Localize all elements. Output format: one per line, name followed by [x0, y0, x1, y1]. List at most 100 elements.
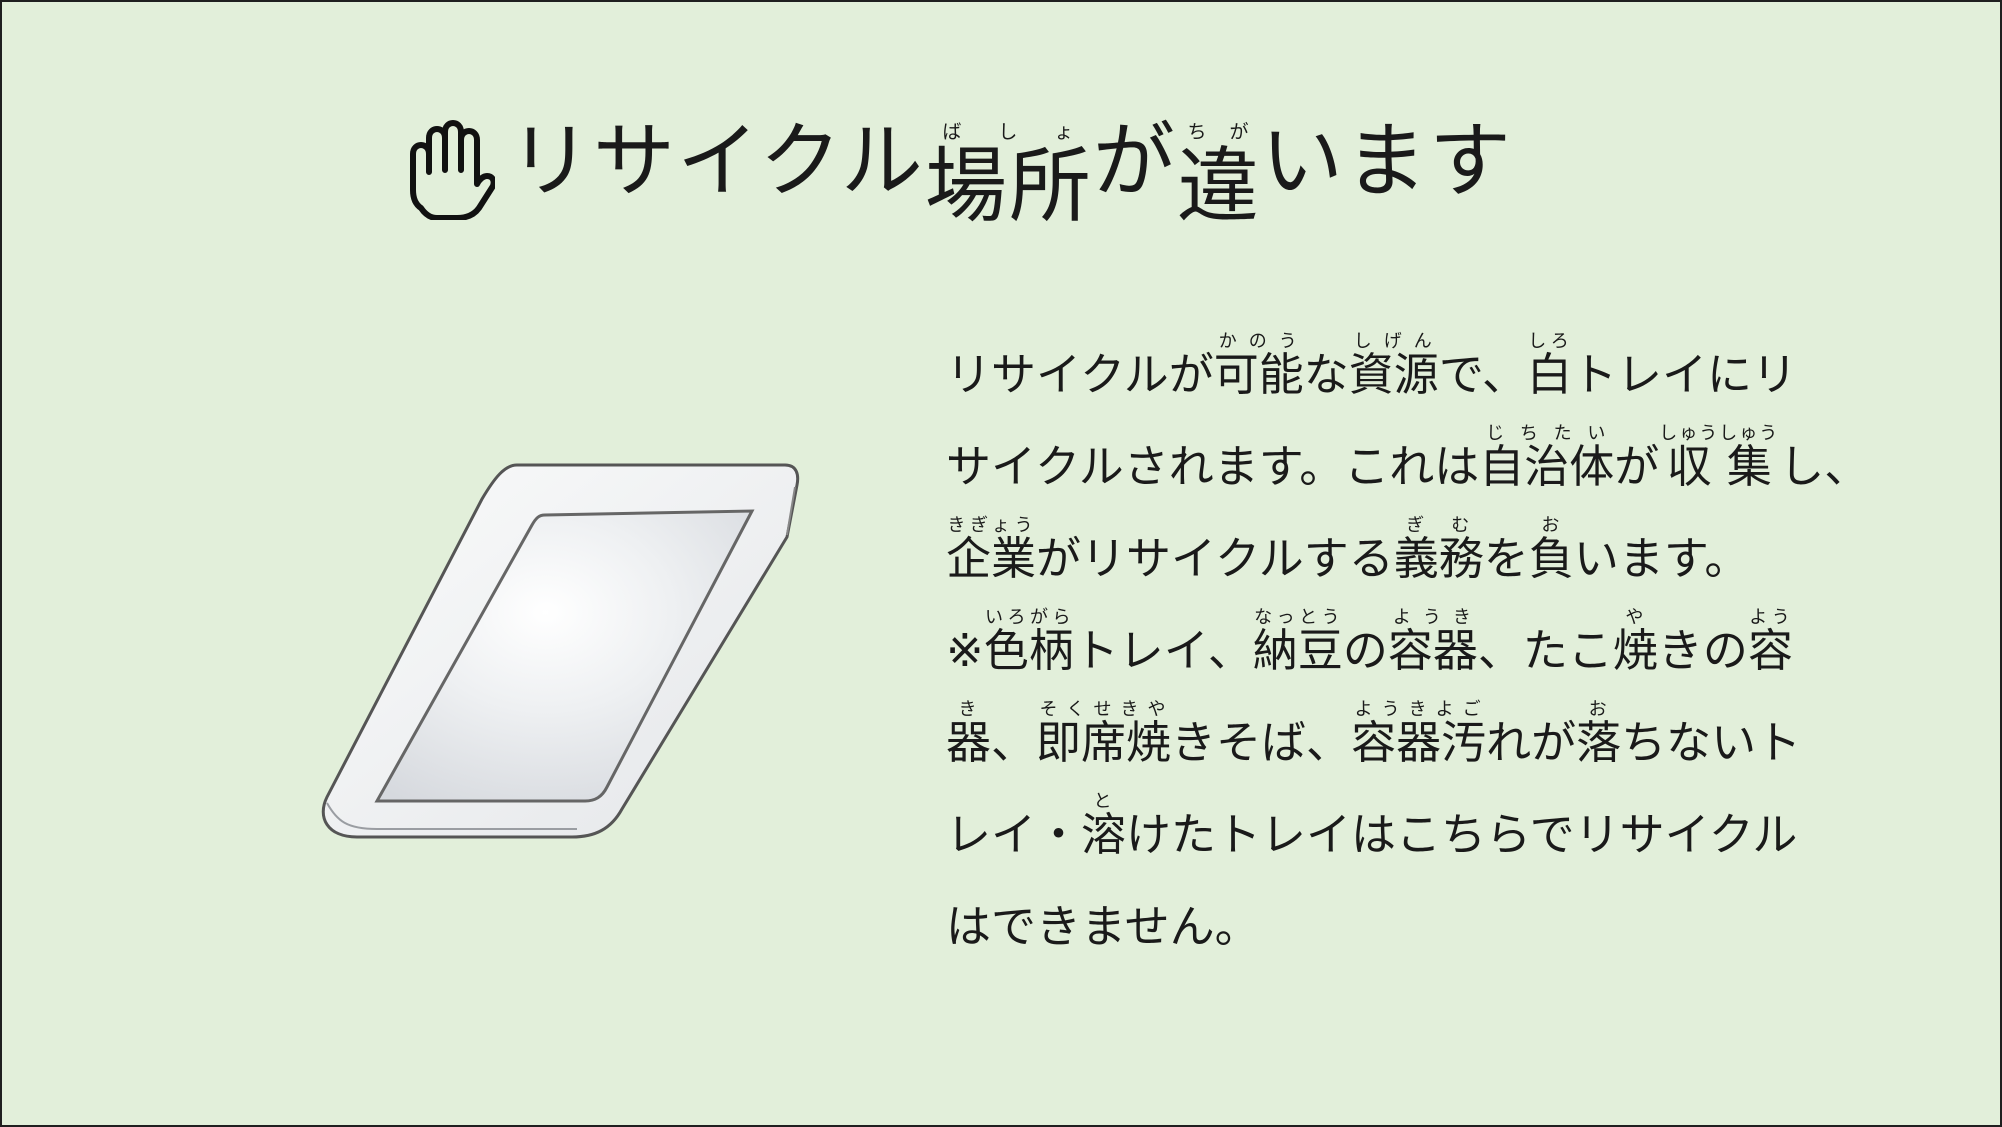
ruby-base: 負	[1528, 532, 1574, 585]
ruby-word: 収集しゅうしゅう	[1659, 423, 1779, 491]
ruby-word: 器き	[946, 699, 991, 767]
furigana: と	[1081, 791, 1127, 812]
ruby-word: 義務ぎむ	[1394, 515, 1484, 583]
ruby-word: 白しろ	[1527, 331, 1572, 399]
text-segment: な	[1303, 348, 1349, 401]
ruby-text: 容器ようき	[1387, 607, 1478, 677]
ruby-base: 資源	[1348, 348, 1439, 401]
ruby-text: 自治体じちたい	[1479, 423, 1615, 493]
body-line: はできません。	[946, 859, 1946, 951]
ruby-word: 資源しげん	[1349, 331, 1439, 399]
furigana: しろ	[1527, 331, 1573, 352]
ruby-text: 収集しゅうしゅう	[1659, 423, 1780, 493]
ruby-text: 可能かのう	[1213, 331, 1304, 401]
ruby-word: 色柄いろがら	[984, 607, 1074, 675]
ruby-text: 溶と	[1081, 791, 1126, 861]
ruby-text: 場所ばしょ	[924, 121, 1093, 234]
ruby-word: 負お	[1529, 515, 1574, 583]
ruby-word: 落お	[1576, 699, 1621, 767]
furigana: お	[1528, 515, 1574, 536]
text-segment: を	[1483, 532, 1529, 585]
ruby-word: 場所ばしょ	[925, 121, 1093, 228]
ruby-text: 納豆なっとう	[1252, 607, 1343, 677]
text-segment: ちないト	[1621, 716, 1802, 769]
furigana: き	[946, 699, 991, 720]
furigana: ようきよご	[1351, 699, 1487, 720]
body-line: 企業きぎょう がリサイクルする 義務ぎむを負お います。	[946, 491, 1946, 583]
text-segment: はできません。	[946, 900, 1260, 953]
ruby-base: 焼	[1612, 624, 1658, 677]
body-line: サイクルされます。これは 自治体じちたいが収集しゅうしゅう し、	[946, 399, 1946, 491]
ruby-word: 可能かのう	[1214, 331, 1304, 399]
ruby-base: 違	[1176, 139, 1261, 234]
body-line: ※ 色柄いろがら トレイ、 納豆なっとうの容器ようき 、たこ 焼や きの 容よう	[946, 583, 1946, 675]
ruby-text: 即席焼そくせきや	[1036, 699, 1172, 769]
text-segment: で、	[1438, 348, 1528, 401]
furigana: ちが	[1176, 121, 1261, 143]
ruby-word: 容よう	[1748, 607, 1793, 675]
ruby-word: 企業きぎょう	[946, 515, 1036, 583]
ruby-text: 容器汚ようきよご	[1351, 699, 1486, 769]
furigana: じちたい	[1479, 423, 1615, 444]
white-tray-icon	[321, 463, 800, 839]
ruby-text: 白しろ	[1527, 331, 1572, 401]
ruby-base: 容	[1747, 624, 1793, 677]
ruby-word: 納豆なっとう	[1253, 607, 1343, 675]
ruby-text: 色柄いろがら	[983, 607, 1074, 677]
ruby-base: 納豆	[1252, 624, 1343, 677]
furigana: いろがら	[983, 607, 1074, 628]
text-segment: の	[1342, 624, 1388, 677]
body-line: リサイクルが 可能かのうな資源しげん で、 白しろ トレイにリ	[946, 307, 1946, 399]
text-segment: きの	[1657, 624, 1748, 677]
ruby-text: 焼や	[1612, 607, 1658, 677]
furigana: お	[1576, 699, 1622, 720]
text-segment: トレイにリ	[1572, 348, 1798, 401]
ruby-text: 落お	[1576, 699, 1622, 769]
ruby-text: 義務ぎむ	[1394, 515, 1484, 585]
ruby-word: 焼や	[1613, 607, 1658, 675]
furigana: や	[1612, 607, 1658, 628]
text-segment: リサイクルが	[946, 348, 1214, 401]
ruby-text: 企業きぎょう	[946, 515, 1037, 585]
ruby-word: 容器ようき	[1388, 607, 1478, 675]
text-segment: リサイクル	[509, 114, 925, 209]
ruby-base: 落	[1576, 716, 1622, 769]
furigana: よう	[1747, 607, 1793, 628]
ruby-base: 可能	[1213, 348, 1304, 401]
ruby-base: 収集	[1659, 440, 1780, 493]
text-segment: 、	[991, 716, 1037, 769]
ruby-base: 自治体	[1479, 440, 1615, 493]
text-segment: けたトレイはこちらでリサイクル	[1126, 808, 1798, 861]
ruby-text: 容よう	[1747, 607, 1793, 677]
furigana: しげん	[1348, 331, 1439, 352]
ruby-word: 容器汚ようきよご	[1351, 699, 1486, 767]
slide: リサイクル 場所ばしょが違ちが います リサイクルが 可能かのうな資源しげん で、 白しろ…	[0, 0, 2002, 1127]
ruby-base: 容器	[1387, 624, 1478, 677]
furigana: かのう	[1213, 331, 1304, 352]
ruby-text: 違ちが	[1176, 121, 1261, 234]
furigana: ぎむ	[1393, 515, 1484, 536]
ruby-text: 資源しげん	[1348, 331, 1439, 401]
body-line: 器き、即席焼そくせきや きそば、 容器汚ようきよご れが 落お ちないト	[946, 675, 1946, 767]
furigana: しゅうしゅう	[1659, 423, 1780, 444]
ruby-text: 器き	[946, 699, 992, 769]
ruby-base: 場所	[924, 139, 1093, 234]
text-segment: 、たこ	[1477, 624, 1613, 677]
text-segment: サイクルされます。これは	[946, 440, 1480, 493]
furigana: そくせきや	[1036, 699, 1172, 720]
ruby-word: 溶と	[1081, 791, 1126, 859]
text-segment: います。	[1573, 532, 1750, 585]
ruby-text: 負お	[1528, 515, 1574, 585]
text-segment: し、	[1779, 440, 1870, 493]
ruby-base: 器	[946, 716, 992, 769]
body-text: リサイクルが 可能かのうな資源しげん で、 白しろ トレイにリ サイクルされます。これは自…	[946, 307, 1946, 951]
hand-icon	[410, 120, 495, 220]
ruby-base: 企業	[946, 532, 1037, 585]
title-row: リサイクル 場所ばしょが違ちが います	[407, 120, 1513, 228]
ruby-base: 色柄	[983, 624, 1074, 677]
text-segment: レイ・	[946, 808, 1082, 861]
ruby-base: 即席焼	[1036, 716, 1172, 769]
text-segment: トレイ、	[1073, 624, 1253, 677]
text-segment: きそば、	[1171, 716, 1352, 769]
text-segment: います	[1260, 114, 1513, 209]
